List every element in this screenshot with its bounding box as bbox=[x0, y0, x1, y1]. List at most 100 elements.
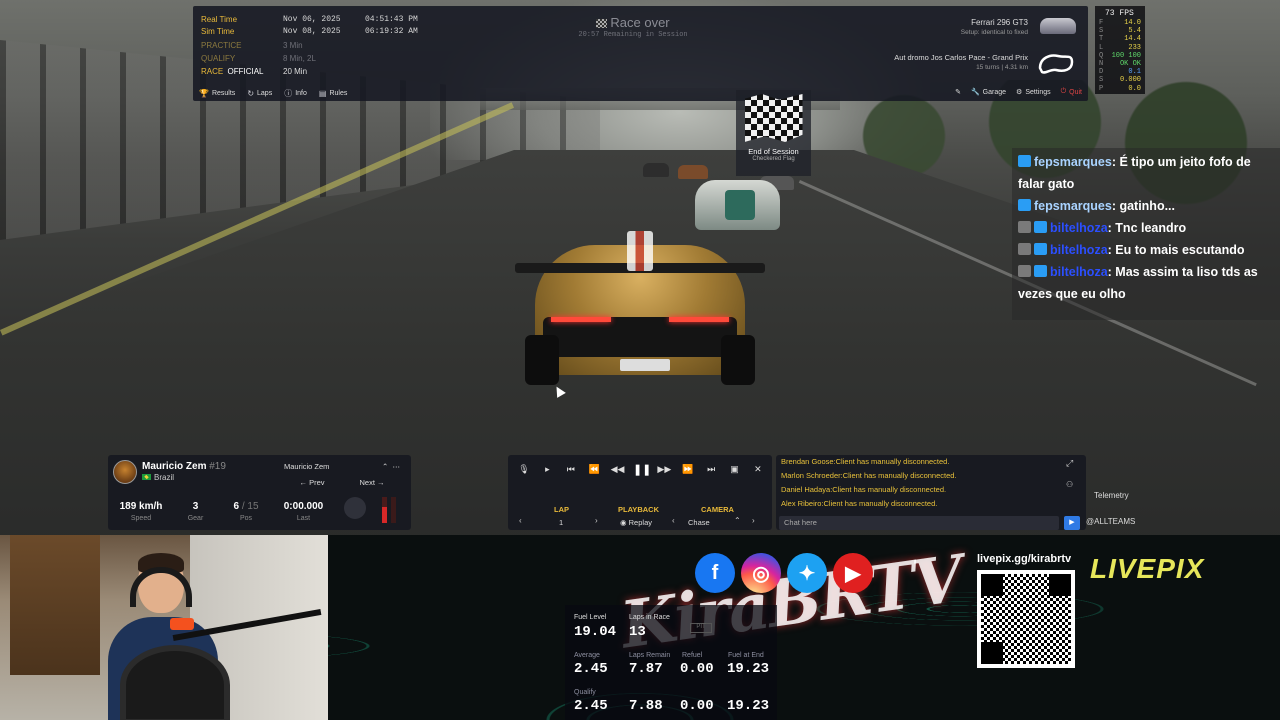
gear-value: 3 bbox=[192, 501, 199, 512]
pos-total: / 15 bbox=[241, 501, 259, 512]
quit-button[interactable]: ⏻ Quit bbox=[1061, 88, 1082, 96]
skip-start-icon[interactable]: ⏮ bbox=[563, 464, 579, 475]
telemetry-button[interactable]: Telemetry bbox=[1094, 491, 1129, 500]
track-length: 4.31 km bbox=[1004, 64, 1028, 71]
real-time-time: 04:51:43 PM bbox=[365, 14, 418, 24]
fuel-widget: Fuel Level 19.04 Laps in Race 13 PIT Ave… bbox=[565, 605, 777, 720]
prev-driver-button[interactable]: ← Prev bbox=[299, 478, 324, 487]
brake-fill bbox=[382, 507, 387, 523]
fuel-at-end-value: 19.23 bbox=[727, 661, 770, 677]
next-icon[interactable]: ⏩ bbox=[680, 464, 696, 475]
track-map-icon bbox=[1038, 54, 1074, 74]
session-status: Race over 20:57 Remaining in Session bbox=[573, 15, 693, 39]
send-icon[interactable]: ▶ bbox=[1064, 516, 1080, 530]
mic-icon[interactable]: 🎙 bbox=[516, 464, 532, 475]
prev-label: Prev bbox=[309, 477, 325, 487]
chat-text: : Eu to mais escutando bbox=[1107, 243, 1245, 257]
edit-icon[interactable]: ✎ bbox=[955, 88, 961, 96]
playback-label: PLAYBACK bbox=[618, 505, 659, 514]
average-value: 2.45 bbox=[574, 661, 608, 677]
session-status-title: Race over bbox=[610, 15, 670, 30]
fps-row: S 5.4 bbox=[1099, 27, 1141, 35]
car-info: Ferrari 296 GT3 Setup: identical to fixe… bbox=[961, 18, 1028, 36]
chat-username: biltelhoza bbox=[1050, 221, 1108, 235]
arrow-left-icon: ← bbox=[299, 477, 307, 487]
previous-icon[interactable]: ⏪ bbox=[586, 464, 602, 475]
fps-key: L bbox=[1099, 43, 1104, 52]
race-row: RACE OFFICIAL 20 Min bbox=[201, 65, 307, 77]
qualify-laps-value: 7.88 bbox=[629, 698, 663, 714]
fuel-at-end-label: Fuel at End bbox=[728, 652, 764, 659]
tab-laps[interactable]: ↻ Laps bbox=[247, 88, 272, 99]
tab-rules[interactable]: ▤ Rules bbox=[319, 88, 347, 99]
tools-icon[interactable]: ✕ bbox=[750, 464, 766, 475]
fps-row: T 14.4 bbox=[1099, 35, 1141, 43]
fps-value: OK OK bbox=[1119, 60, 1141, 69]
settings-button[interactable]: ⚙ Settings bbox=[1016, 88, 1051, 97]
chat-username: fepsmarques bbox=[1034, 199, 1112, 213]
chat-input[interactable]: Chat here bbox=[779, 516, 1059, 530]
driver-panel: Mauricio Zem #19 Brazil Mauricio Zem ⌃ ⋯… bbox=[108, 455, 411, 530]
pos-label: Pos bbox=[239, 515, 253, 522]
rewind-icon[interactable]: ◀◀ bbox=[610, 464, 626, 475]
chat-text: : gatinho... bbox=[1111, 199, 1175, 213]
fps-row: L 233 bbox=[1099, 44, 1141, 52]
pos-value: 6 bbox=[233, 501, 240, 512]
camera-prev-icon[interactable]: ‹ bbox=[672, 516, 675, 525]
fps-row: Q 100 100 bbox=[1099, 52, 1141, 60]
chat-message: fepsmarques: gatinho... bbox=[1018, 195, 1274, 217]
expand-icon[interactable]: ⤢ bbox=[1066, 458, 1073, 469]
camera-label: CAMERA bbox=[701, 505, 734, 514]
driver-select-value: Mauricio Zem bbox=[284, 461, 330, 471]
fps-value: 0.0 bbox=[1128, 84, 1141, 93]
garage-label: Garage bbox=[982, 88, 1007, 96]
garage-button[interactable]: 🔧 Garage bbox=[971, 88, 1007, 97]
driver-number: #19 bbox=[209, 461, 226, 472]
brake-bar bbox=[382, 497, 387, 523]
refuel-label: Refuel bbox=[682, 652, 703, 659]
gear-icon: ⚙ bbox=[1016, 89, 1023, 96]
sub-badge-icon bbox=[1034, 221, 1047, 233]
fuel-level-label: Fuel Level bbox=[574, 614, 607, 621]
sim-time-date: Nov 08, 2025 bbox=[283, 26, 341, 36]
lap-next-icon[interactable]: › bbox=[595, 516, 598, 525]
replay-panel: 🎙 ▸ ⏮ ⏪ ◀◀ ❚❚ ▶▶ ⏩ ⏭ ▣ ✕ LAP ‹ 1 › PLAYB… bbox=[508, 455, 772, 530]
lap-value: 1 bbox=[559, 518, 564, 527]
pause-icon[interactable]: ❚❚ bbox=[633, 463, 651, 476]
fps-key: N bbox=[1099, 60, 1104, 69]
fps-key: S bbox=[1099, 27, 1104, 36]
laps-remain-label: Laps Remain bbox=[629, 652, 671, 659]
chevron-up-icon[interactable]: ⌃ bbox=[734, 516, 741, 525]
mod-badge-icon bbox=[1018, 265, 1031, 277]
step-forward-icon[interactable]: ▸ bbox=[539, 464, 555, 475]
skip-end-icon[interactable]: ⏭ bbox=[703, 464, 719, 475]
camera-icon[interactable]: ▣ bbox=[727, 464, 743, 475]
tab-results[interactable]: 🏆 Results bbox=[199, 88, 235, 99]
chat-username: biltelhoza bbox=[1050, 243, 1108, 257]
playback-value[interactable]: ◉ Replay bbox=[620, 518, 652, 527]
fps-key: Q bbox=[1099, 51, 1104, 60]
driver-select[interactable]: Mauricio Zem ⌃ ⋯ bbox=[282, 459, 402, 473]
track-info: Aut dromo Jos Carlos Pace - Grand Prix 1… bbox=[894, 53, 1028, 71]
session-top-bar: Real Time Nov 06, 2025 04:51:43 PM Sim T… bbox=[193, 6, 1088, 101]
fast-forward-icon[interactable]: ▶▶ bbox=[656, 464, 672, 475]
chat-username: fepsmarques bbox=[1034, 155, 1112, 169]
log-line: Marlon Schroeder:Client has manually dis… bbox=[781, 471, 957, 480]
driver-country: Brazil bbox=[142, 473, 174, 482]
lap-prev-icon[interactable]: ‹ bbox=[519, 516, 522, 525]
youtube-icon: ▶ bbox=[833, 553, 873, 593]
people-icon[interactable]: ⚇ bbox=[1066, 480, 1073, 489]
instagram-icon: ◎ bbox=[741, 553, 781, 593]
chevron-up-icon[interactable]: ⌃ bbox=[382, 462, 388, 471]
more-icon[interactable]: ⋯ bbox=[393, 462, 401, 471]
log-panel: Brendan Goose:Client has manually discon… bbox=[776, 455, 1086, 530]
fps-key: P bbox=[1099, 84, 1104, 93]
fps-key: T bbox=[1099, 35, 1104, 44]
tab-info[interactable]: ⓘ Info bbox=[284, 88, 307, 99]
chat-username: biltelhoza bbox=[1050, 265, 1108, 279]
chat-message: fepsmarques: É tipo um jeito fofo de fal… bbox=[1018, 151, 1274, 195]
camera-next-icon[interactable]: › bbox=[752, 516, 755, 525]
next-driver-button[interactable]: Next → bbox=[359, 478, 384, 487]
last-lap-stat: 0:00.000 Last bbox=[276, 501, 331, 522]
real-time-date: Nov 06, 2025 bbox=[283, 14, 341, 24]
